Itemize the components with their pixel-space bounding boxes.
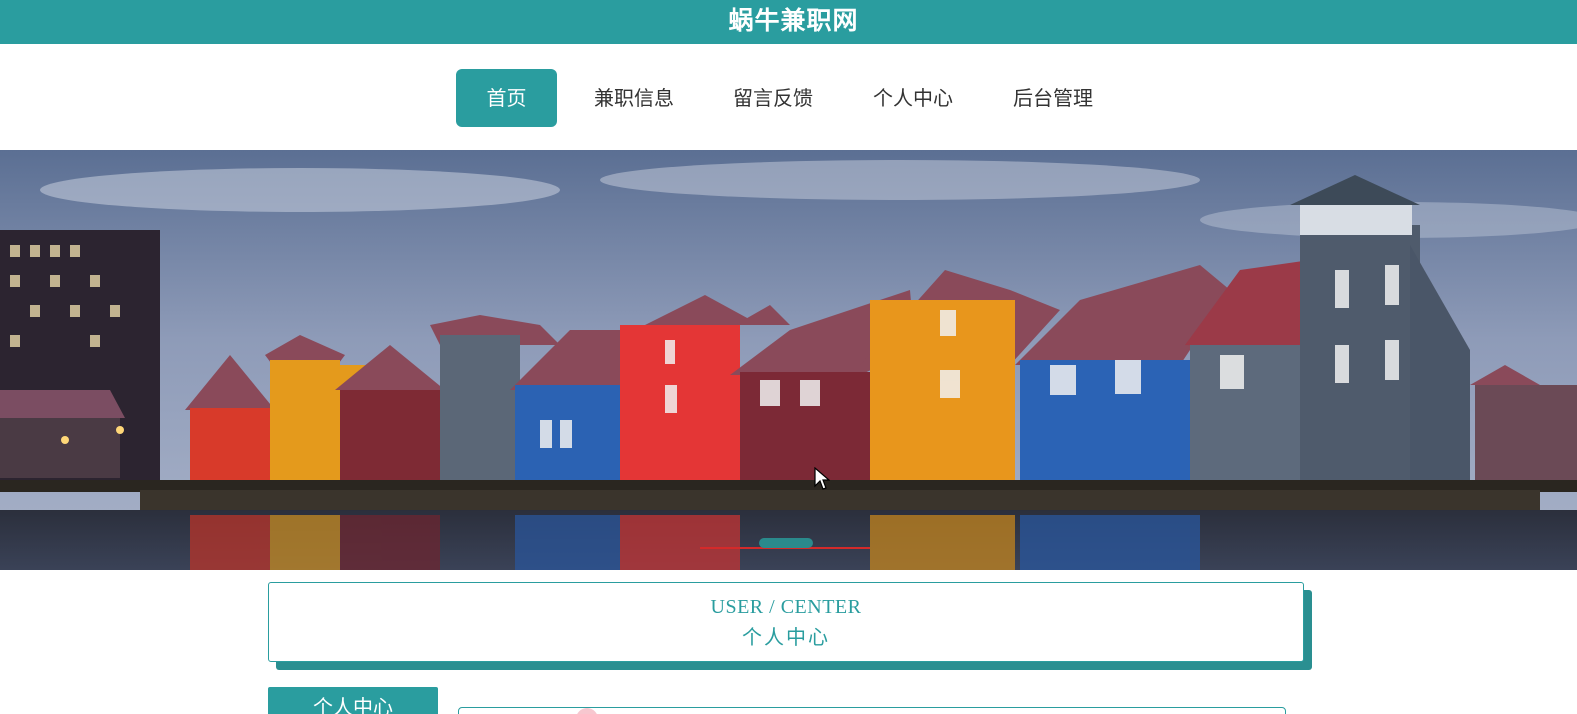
user-center-heading: USER / CENTER 个人中心 <box>268 582 1304 662</box>
nav-item-user-center[interactable]: 个人中心 <box>861 69 965 127</box>
carousel-indicator-active[interactable] <box>759 538 813 548</box>
mouse-cursor-icon <box>814 467 830 490</box>
top-header: 蜗牛兼职网 <box>0 0 1577 44</box>
sidebar-tab-user-center[interactable]: 个人中心 <box>268 687 438 714</box>
carousel-banner[interactable] <box>0 150 1577 570</box>
user-center-title-en: USER / CENTER <box>710 596 862 618</box>
user-center-title-cn: 个人中心 <box>742 627 830 649</box>
nav-item-feedback[interactable]: 留言反馈 <box>721 69 825 127</box>
site-title: 蜗牛兼职网 <box>728 6 859 35</box>
nav-item-jobs[interactable]: 兼职信息 <box>582 69 686 127</box>
nav-item-home[interactable]: 首页 <box>456 69 557 127</box>
banner-image <box>0 150 1577 570</box>
main-nav: 首页 兼职信息 留言反馈 个人中心 后台管理 <box>0 44 1577 150</box>
nav-item-admin[interactable]: 后台管理 <box>1001 69 1105 127</box>
